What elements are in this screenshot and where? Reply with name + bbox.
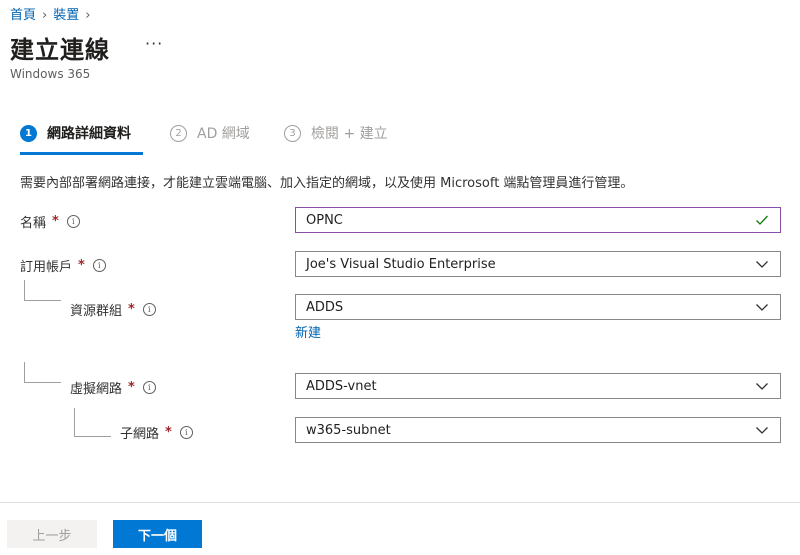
active-tab-indicator bbox=[20, 152, 143, 155]
chevron-down-icon bbox=[754, 256, 770, 272]
step-label: AD 網域 bbox=[197, 126, 250, 142]
step-number-icon: 2 bbox=[170, 124, 187, 142]
breadcrumb-home-link[interactable]: 首頁 bbox=[10, 8, 36, 23]
tab-ad-domain[interactable]: 2 AD 網域 bbox=[170, 123, 250, 143]
checkmark-icon bbox=[754, 212, 770, 228]
info-icon[interactable]: i bbox=[66, 215, 80, 228]
required-marker: * bbox=[128, 380, 135, 395]
footer-divider bbox=[0, 502, 800, 503]
page-title: 建立連線 bbox=[10, 36, 110, 64]
info-icon[interactable]: i bbox=[92, 259, 106, 272]
more-options-button[interactable]: ··· bbox=[145, 34, 163, 53]
chevron-down-icon bbox=[754, 422, 770, 438]
vnet-dropdown[interactable]: ADDS-vnet bbox=[295, 373, 781, 399]
vnet-dropdown-value: ADDS-vnet bbox=[306, 378, 377, 394]
subscription-label: 訂用帳戶 * i bbox=[20, 256, 106, 275]
info-icon[interactable]: i bbox=[142, 303, 156, 316]
tree-connector bbox=[74, 408, 111, 437]
step-label: 檢閱 + 建立 bbox=[311, 126, 388, 142]
subscription-label-text: 訂用帳戶 bbox=[20, 260, 73, 275]
tree-connector bbox=[24, 280, 61, 301]
step-number-icon: 3 bbox=[284, 124, 301, 142]
step-label: 網路詳細資料 bbox=[47, 126, 131, 142]
resource-group-dropdown[interactable]: ADDS bbox=[295, 294, 781, 320]
chevron-down-icon bbox=[754, 378, 770, 394]
tab-network-details[interactable]: 1 網路詳細資料 bbox=[20, 123, 131, 143]
vnet-label: 虛擬網路 * i bbox=[70, 378, 156, 397]
subnet-label: 子網路 * i bbox=[120, 423, 193, 442]
breadcrumb-devices-link[interactable]: 裝置 bbox=[53, 8, 79, 23]
form-description: 需要內部部署網路連接，才能建立雲端電腦、加入指定的網域，以及使用 Microso… bbox=[20, 176, 634, 191]
previous-button[interactable]: 上一步 bbox=[7, 520, 97, 548]
subscription-dropdown-value: Joe's Visual Studio Enterprise bbox=[306, 256, 496, 272]
info-icon[interactable]: i bbox=[179, 426, 193, 439]
resource-group-label: 資源群組 * i bbox=[70, 300, 156, 319]
page-subtitle: Windows 365 bbox=[10, 67, 91, 81]
info-icon[interactable]: i bbox=[142, 381, 156, 394]
resource-group-dropdown-value: ADDS bbox=[306, 299, 344, 315]
subnet-dropdown[interactable]: w365-subnet bbox=[295, 417, 781, 443]
resource-group-label-text: 資源群組 bbox=[70, 304, 123, 319]
breadcrumb-separator: › bbox=[85, 8, 91, 23]
chevron-down-icon bbox=[754, 299, 770, 315]
subnet-dropdown-value: w365-subnet bbox=[306, 422, 391, 438]
create-new-resource-group-link[interactable]: 新建 bbox=[295, 322, 321, 341]
vnet-label-text: 虛擬網路 bbox=[70, 382, 123, 397]
subnet-label-text: 子網路 bbox=[120, 427, 160, 442]
name-field[interactable]: OPNC bbox=[295, 207, 781, 233]
name-label: 名稱 * i bbox=[20, 212, 80, 231]
next-button[interactable]: 下一個 bbox=[113, 520, 202, 548]
subscription-dropdown[interactable]: Joe's Visual Studio Enterprise bbox=[295, 251, 781, 277]
tab-review-create[interactable]: 3 檢閱 + 建立 bbox=[284, 123, 388, 143]
name-field-value: OPNC bbox=[306, 212, 343, 228]
breadcrumb-separator: › bbox=[42, 8, 48, 23]
tree-connector bbox=[24, 362, 61, 383]
required-marker: * bbox=[52, 214, 59, 229]
required-marker: * bbox=[165, 425, 172, 440]
required-marker: * bbox=[78, 258, 85, 273]
required-marker: * bbox=[128, 302, 135, 317]
breadcrumb: 首頁 › 裝置 › bbox=[10, 4, 96, 23]
name-label-text: 名稱 bbox=[20, 216, 47, 231]
step-number-icon: 1 bbox=[20, 124, 37, 142]
